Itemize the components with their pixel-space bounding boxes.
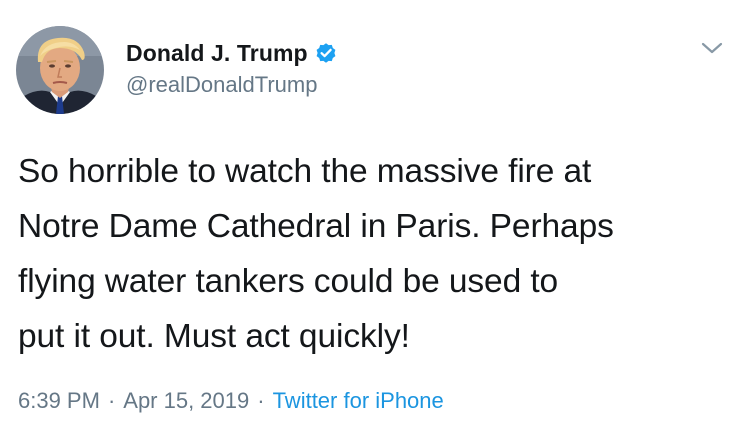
tweet-source-link[interactable]: Twitter for iPhone bbox=[273, 388, 444, 414]
tweet-time[interactable]: 6:39 PM bbox=[18, 388, 100, 414]
meta-separator: · bbox=[107, 388, 116, 413]
tweet-card: Donald J. Trump @realDonaldTrump So horr… bbox=[0, 0, 750, 439]
profile-photo-icon bbox=[16, 26, 104, 114]
chevron-down-icon[interactable] bbox=[700, 40, 724, 56]
tweet-text: So horrible to watch the massive fire at… bbox=[18, 153, 614, 355]
author-display-name[interactable]: Donald J. Trump bbox=[126, 40, 308, 67]
author-handle[interactable]: @realDonaldTrump bbox=[126, 72, 317, 98]
verified-badge-icon bbox=[314, 41, 338, 65]
meta-separator: · bbox=[257, 388, 265, 413]
avatar[interactable] bbox=[16, 26, 104, 114]
author-name-row: Donald J. Trump bbox=[126, 38, 338, 68]
tweet-meta: 6:39 PM · Apr 15, 2019 · Twitter for iPh… bbox=[18, 388, 444, 414]
tweet-date[interactable]: Apr 15, 2019 bbox=[123, 388, 249, 414]
